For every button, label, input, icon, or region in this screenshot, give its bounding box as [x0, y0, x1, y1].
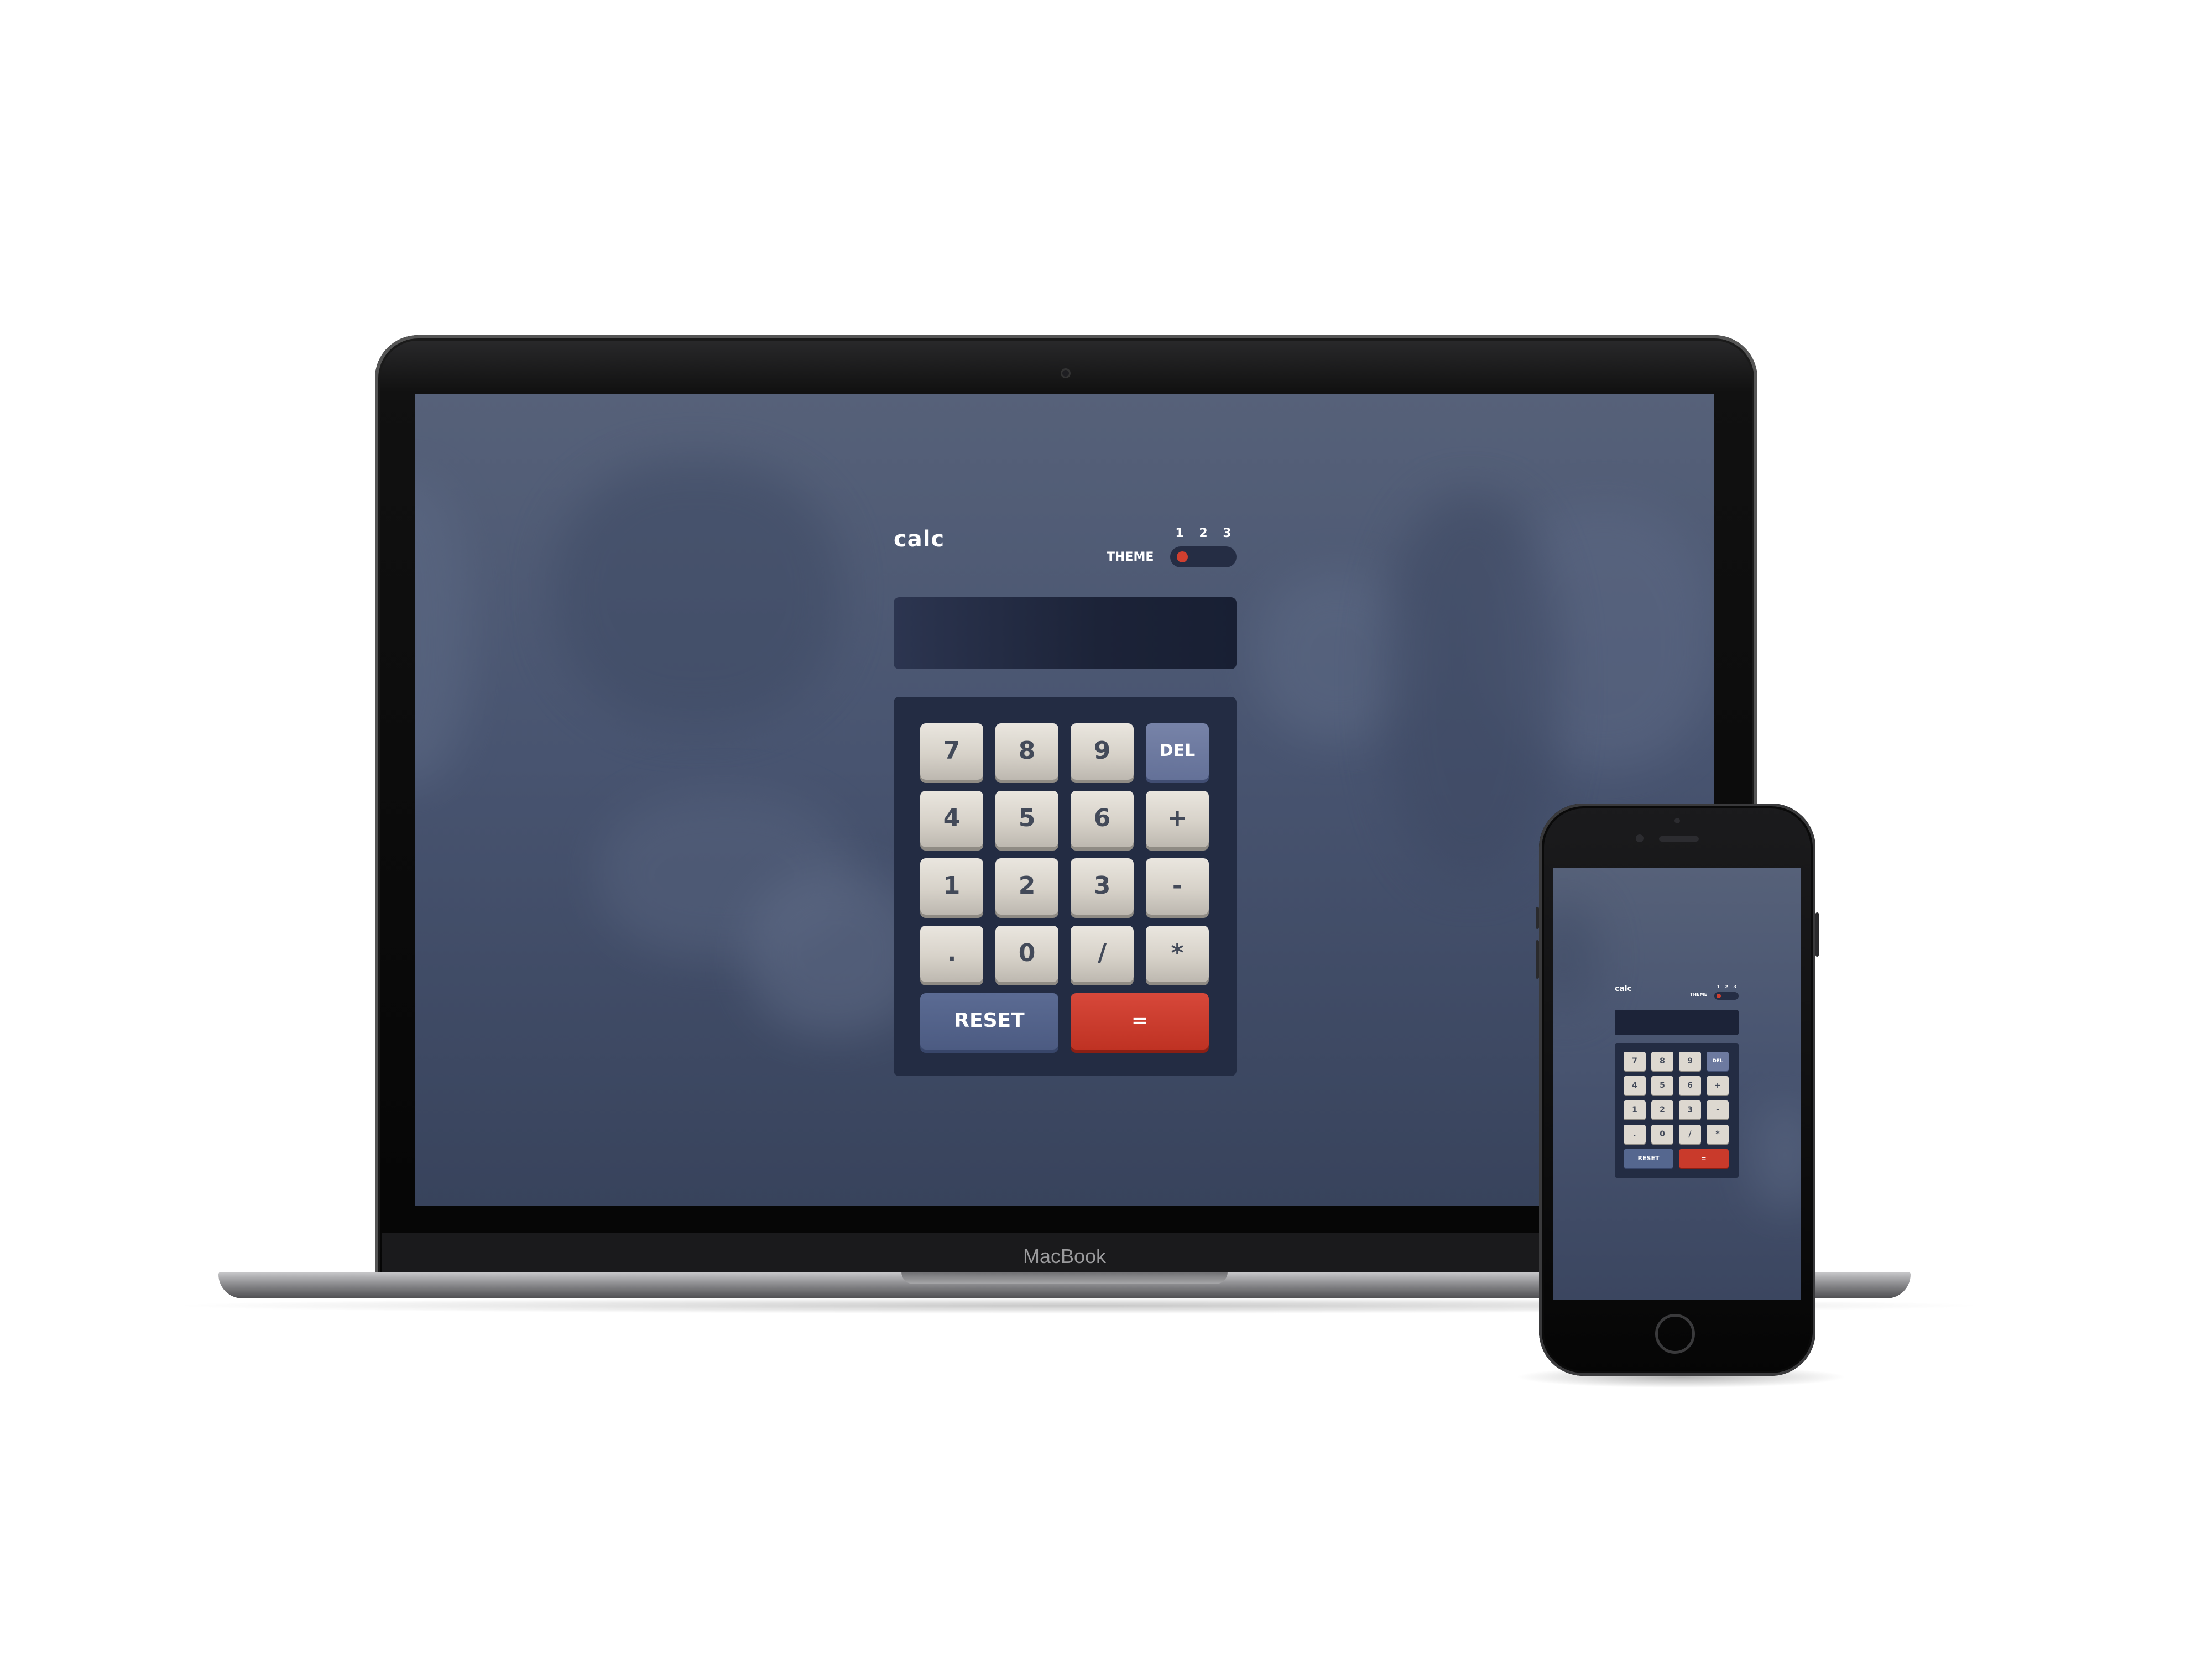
mobile-theme-option-3[interactable]: 3 [1731, 984, 1738, 989]
key-3[interactable]: 3 [1071, 858, 1134, 915]
phone-front-camera-icon [1636, 834, 1644, 842]
mobile-key-del[interactable]: DEL [1707, 1052, 1729, 1071]
key-divide[interactable]: / [1071, 926, 1134, 982]
key-del[interactable]: DEL [1146, 723, 1209, 780]
mobile-key-5[interactable]: 5 [1651, 1076, 1673, 1095]
mobile-theme-option-numbers: 1 2 3 [1714, 984, 1739, 991]
mobile-app-logo: calc [1615, 984, 1632, 993]
theme-label: THEME [1107, 550, 1154, 564]
mobile-theme-option-2[interactable]: 2 [1723, 984, 1730, 989]
mobile-calculator-display [1615, 1010, 1739, 1035]
background-blob [415, 477, 470, 786]
background-blob [1553, 901, 1597, 1012]
device-mockup-stage: MacBook calc THEME 1 2 3 7 8 9 DEL 4 5 6… [0, 0, 2212, 1659]
mobile-key-plus[interactable]: + [1707, 1076, 1729, 1095]
mobile-equals-button[interactable]: = [1679, 1149, 1729, 1168]
key-5[interactable]: 5 [995, 791, 1058, 847]
mobile-reset-button[interactable]: RESET [1624, 1149, 1673, 1168]
mobile-theme-label: THEME [1690, 992, 1708, 997]
key-4[interactable]: 4 [920, 791, 983, 847]
background-blob [1752, 1100, 1801, 1211]
mobile-key-divide[interactable]: / [1679, 1125, 1701, 1144]
phone-sensor [1674, 818, 1680, 823]
laptop-camera-icon [1061, 368, 1071, 378]
key-dot[interactable]: . [920, 926, 983, 982]
laptop-hinge-notch [901, 1272, 1228, 1284]
key-2[interactable]: 2 [995, 858, 1058, 915]
key-multiply[interactable]: * [1146, 926, 1209, 982]
key-minus[interactable]: - [1146, 858, 1209, 915]
mobile-key-2[interactable]: 2 [1651, 1100, 1673, 1119]
key-8[interactable]: 8 [995, 723, 1058, 780]
mobile-key-6[interactable]: 6 [1679, 1076, 1701, 1095]
key-9[interactable]: 9 [1071, 723, 1134, 780]
mobile-key-multiply[interactable]: * [1707, 1125, 1729, 1144]
phone-side-button [1536, 907, 1539, 929]
theme-toggle[interactable] [1170, 546, 1237, 567]
key-plus[interactable]: + [1146, 791, 1209, 847]
calculator-app: calc THEME 1 2 3 7 8 9 DEL 4 5 6 + 1 2 3… [894, 526, 1237, 1076]
mobile-key-minus[interactable]: - [1707, 1100, 1729, 1119]
mobile-key-8[interactable]: 8 [1651, 1052, 1673, 1071]
phone-home-button[interactable] [1655, 1314, 1695, 1354]
mobile-key-7[interactable]: 7 [1624, 1052, 1646, 1071]
mobile-theme-toggle-knob[interactable] [1717, 994, 1721, 998]
mobile-theme-toggle[interactable] [1714, 992, 1739, 1000]
reset-button[interactable]: RESET [920, 993, 1058, 1050]
calculator-keypad: 7 8 9 DEL 4 5 6 + 1 2 3 - . 0 / * RESET … [894, 697, 1237, 1076]
mobile-key-dot[interactable]: . [1624, 1125, 1646, 1144]
mobile-calculator-keypad: 7 8 9 DEL 4 5 6 + 1 2 3 - . 0 / * RESET … [1615, 1043, 1739, 1178]
app-logo: calc [894, 526, 945, 552]
mobile-key-1[interactable]: 1 [1624, 1100, 1646, 1119]
mobile-key-3[interactable]: 3 [1679, 1100, 1701, 1119]
mobile-key-0[interactable]: 0 [1651, 1125, 1673, 1144]
equals-button[interactable]: = [1071, 993, 1209, 1050]
calculator-display [894, 597, 1237, 669]
laptop-brand-label: MacBook [1022, 1245, 1107, 1267]
phone-side-button [1815, 912, 1819, 957]
background-blob [1383, 493, 1559, 880]
theme-option-2[interactable]: 2 [1195, 526, 1212, 540]
theme-toggle-knob[interactable] [1177, 551, 1188, 562]
calculator-header: calc THEME 1 2 3 [894, 526, 1237, 587]
phone-speaker [1659, 836, 1699, 842]
laptop-screen: calc THEME 1 2 3 7 8 9 DEL 4 5 6 + 1 2 3… [415, 394, 1714, 1206]
theme-option-1[interactable]: 1 [1171, 526, 1188, 540]
key-7[interactable]: 7 [920, 723, 983, 780]
background-blob [553, 460, 841, 726]
mobile-theme-option-1[interactable]: 1 [1715, 984, 1721, 989]
mobile-key-4[interactable]: 4 [1624, 1076, 1646, 1095]
theme-option-3[interactable]: 3 [1219, 526, 1235, 540]
key-1[interactable]: 1 [920, 858, 983, 915]
phone-side-button [1536, 940, 1539, 979]
key-6[interactable]: 6 [1071, 791, 1134, 847]
theme-option-numbers: 1 2 3 [1170, 526, 1237, 543]
key-0[interactable]: 0 [995, 926, 1058, 982]
phone-screen: calc THEME 1 2 3 7 8 9 DEL 4 5 6 + 1 2 3… [1553, 868, 1801, 1300]
mobile-key-9[interactable]: 9 [1679, 1052, 1701, 1071]
